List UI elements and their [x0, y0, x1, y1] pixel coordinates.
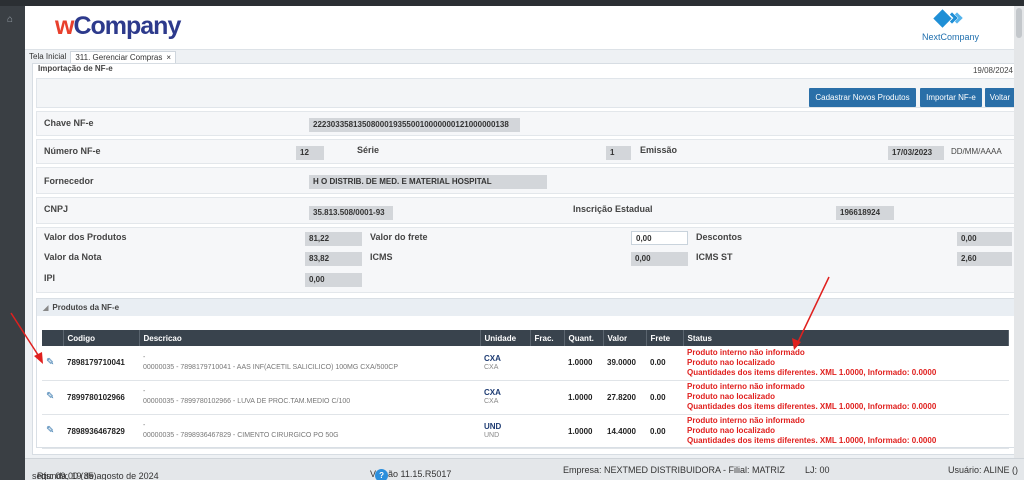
voltar-button[interactable]: Voltar: [985, 88, 1015, 107]
edit-pencil-icon[interactable]: ✎: [46, 426, 56, 436]
edit-pencil-icon[interactable]: ✎: [46, 392, 56, 402]
nextcompany-logo: NextCompany: [922, 9, 984, 44]
importar-nfe-button[interactable]: Importar NF-e: [920, 88, 982, 107]
numero-field[interactable]: 12: [296, 146, 324, 160]
collapse-triangle-icon[interactable]: ◢: [43, 300, 48, 317]
valor-produtos-field[interactable]: 81,22: [305, 232, 362, 246]
company-logo: wCompany: [55, 12, 181, 40]
edit-pencil-icon[interactable]: ✎: [46, 357, 56, 368]
valor-frete-input[interactable]: 0,00: [631, 231, 688, 245]
status-messages: Produto interno não informado Produto nao…: [683, 380, 1009, 415]
status-bar: segunda, 19 de agosto de 2024 Rfs: 09:00…: [25, 458, 1024, 480]
table-row[interactable]: ✎ 7898936467829 -00000035 - 789893646782…: [42, 414, 1009, 449]
table-row[interactable]: ✎ 7898179710041 -00000035 - 789817971004…: [42, 346, 1009, 381]
vertical-scrollbar[interactable]: [1014, 6, 1024, 458]
icms-field[interactable]: 0,00: [631, 252, 688, 266]
descontos-field[interactable]: 0,00: [957, 232, 1012, 246]
main-content: Importação de NF-e 19/08/2024 Cadastrar …: [32, 63, 1017, 455]
status-lj: LJ: 00: [805, 465, 830, 475]
ie-field[interactable]: 196618924: [836, 206, 894, 220]
numero-row: Número NF-e 12 Série 1 Emissão 17/03/202…: [36, 139, 1015, 164]
fornecedor-field[interactable]: H O DISTRIB. DE MED. E MATERIAL HOSPITAL: [309, 175, 547, 189]
produtos-table: Codigo Descricao Unidade Frac. Quant. Va…: [42, 330, 1009, 449]
page-date: 19/08/2024: [972, 66, 1013, 75]
status-empresa: Empresa: NEXTMED DISTRIBUIDORA - Filial:…: [563, 465, 785, 475]
page-title: Importação de NF-e: [38, 64, 113, 73]
produtos-section: ◢ Produtos da NF-e Codigo Descricao Unida…: [36, 298, 1015, 449]
valor-nota-field[interactable]: 83,82: [305, 252, 362, 266]
ipi-field[interactable]: 0,00: [305, 273, 362, 287]
cadastrar-produtos-button[interactable]: Cadastrar Novos Produtos: [809, 88, 916, 107]
serie-field[interactable]: 1: [606, 146, 631, 160]
chave-field[interactable]: 2223033581350800019355001000000012100000…: [309, 118, 520, 132]
action-toolbar: Cadastrar Novos Produtos Importar NF-e V…: [36, 78, 1015, 108]
help-icon[interactable]: ?: [375, 469, 389, 480]
status-messages: Produto interno não informado Produto nao…: [683, 346, 1009, 381]
chave-row: Chave NF-e 22230335813508000193550010000…: [36, 111, 1015, 136]
fornecedor-row: Fornecedor H O DISTRIB. DE MED. E MATERI…: [36, 167, 1015, 194]
icms-st-field[interactable]: 2,60: [957, 252, 1012, 266]
home-icon[interactable]: ⌂: [7, 14, 18, 25]
status-messages: Produto interno não informado Produto nao…: [683, 414, 1009, 449]
status-date: segunda, 19 de agosto de 2024 Rfs: 09:00…: [32, 471, 159, 480]
close-tab-icon[interactable]: ×: [166, 53, 171, 62]
scrollbar-thumb[interactable]: [1016, 8, 1022, 38]
table-header-row: Codigo Descricao Unidade Frac. Quant. Va…: [42, 330, 1009, 346]
app-header: wCompany NextCompany: [25, 6, 1014, 50]
status-version: Versão 11.15.R5017 ?: [370, 469, 452, 480]
emissao-field[interactable]: 17/03/2023: [888, 146, 944, 160]
produtos-section-header[interactable]: ◢ Produtos da NF-e: [37, 299, 1014, 316]
status-usuario: Usuário: ALINE (): [948, 465, 1019, 475]
left-sidebar: ⌂: [0, 6, 25, 480]
cnpj-field[interactable]: 35.813.508/0001-93: [309, 206, 393, 220]
table-row[interactable]: ✎ 7899780102966 -00000035 - 789978010296…: [42, 380, 1009, 415]
cnpj-row: CNPJ 35.813.508/0001-93 Inscrição Estadu…: [36, 197, 1015, 224]
valores-row: Valor dos Produtos 81,22 Valor do frete …: [36, 227, 1015, 293]
